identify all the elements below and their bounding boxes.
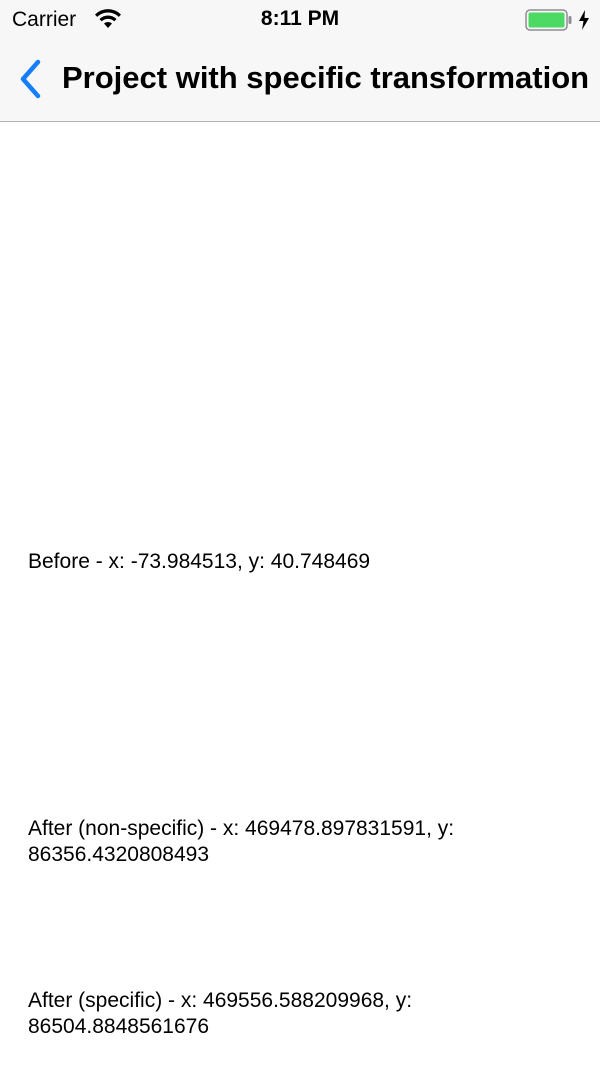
chevron-left-icon — [20, 59, 41, 99]
navigation-bar: Project with specific transformation — [0, 40, 600, 122]
results-view: Before - x: -73.984513, y: 40.748469 Aft… — [0, 122, 600, 1067]
status-bar: Carrier 8:11 PM — [0, 0, 600, 40]
after-specific-coordinates-label: After (specific) - x: 469556.588209968, … — [28, 989, 413, 1038]
page-title: Project with specific transformation — [62, 60, 590, 95]
after-nonspecific-coordinates-label: After (non-specific) - x: 469478.8978315… — [28, 817, 455, 866]
charging-bolt-icon — [579, 10, 589, 30]
back-button[interactable] — [8, 54, 52, 104]
status-time: 8:11 PM — [260, 7, 340, 30]
before-coordinates-label: Before - x: -73.984513, y: 40.748469 — [28, 550, 371, 573]
battery-icon — [525, 9, 572, 31]
